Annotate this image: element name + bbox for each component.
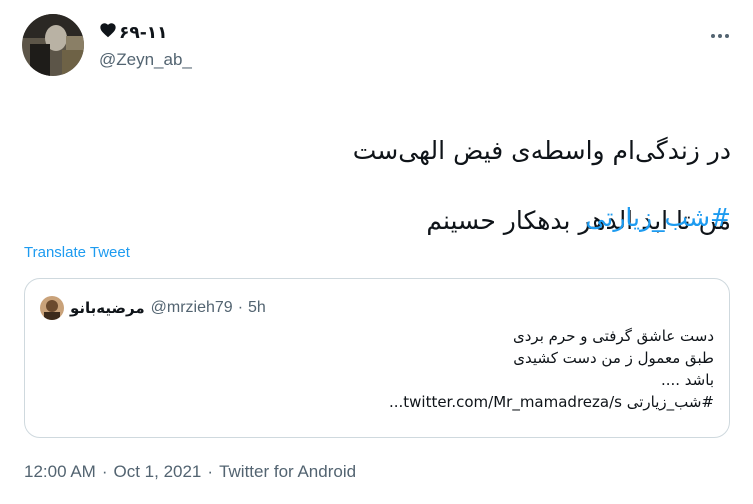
quoted-avatar-image — [40, 296, 64, 320]
quoted-time: 5h — [248, 299, 266, 316]
quoted-tweet-card[interactable]: مرضیه‌بانو @mrzieh79 · 5h دست عاشق گرفتی… — [24, 278, 730, 438]
tweet-source[interactable]: Twitter for Android — [219, 462, 356, 482]
author-display-name[interactable]: ۶۹-۱۱ — [99, 22, 168, 43]
tweet-text: در زندگی‌ام واسطه‌ی فیض الهی‌ست من تا اب… — [353, 98, 731, 273]
quoted-text-line: #شب_زیارتی twitter.com/Mr_mamadreza/s... — [388, 393, 714, 411]
tweet-footer: 12:00 AM · Oct 1, 2021 · Twitter for And… — [24, 462, 356, 482]
display-name-text: ۶۹-۱۱ — [119, 22, 168, 43]
author-avatar[interactable] — [22, 14, 84, 76]
quoted-text-line: طبق معمول ز من دست کشیدی — [513, 349, 714, 367]
tweet-text-line: در زندگی‌ام واسطه‌ی فیض الهی‌ست — [352, 136, 731, 165]
meta-separator: · — [237, 299, 244, 316]
quoted-handle: @mrzieh79 — [150, 299, 233, 316]
tweet-date[interactable]: Oct 1, 2021 — [114, 462, 202, 482]
quoted-display-name: مرضیه‌بانو — [70, 299, 145, 317]
tweet-time[interactable]: 12:00 AM — [24, 462, 96, 482]
hashtag-link[interactable]: #شب_زیارتی — [586, 203, 731, 232]
quoted-text-line: دست عاشق گرفتی و حرم بردی — [513, 327, 714, 345]
quoted-tweet-text: دست عاشق گرفتی و حرم بردی طبق معمول ز من… — [389, 325, 714, 413]
more-icon — [711, 34, 729, 38]
footer-separator: · — [207, 462, 214, 481]
black-heart-icon — [99, 22, 117, 43]
translate-tweet-link[interactable]: Translate Tweet — [24, 244, 130, 261]
footer-separator: · — [101, 462, 108, 481]
avatar-image — [22, 14, 84, 76]
more-options-button[interactable] — [707, 26, 733, 46]
quoted-text-line: باشد .... — [660, 371, 714, 389]
quoted-tweet-header: مرضیه‌بانو @mrzieh79 · 5h — [40, 296, 266, 320]
quoted-author-avatar — [40, 296, 64, 320]
author-handle[interactable]: @Zeyn_ab_ — [99, 50, 192, 70]
